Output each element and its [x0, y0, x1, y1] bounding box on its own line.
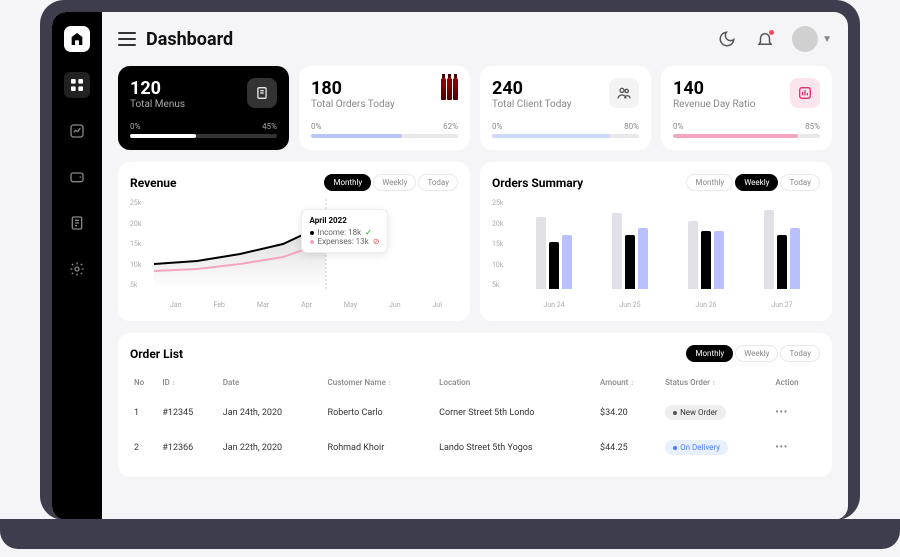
status-badge: On Delivery [665, 440, 728, 455]
orders-summary-chart: Orders Summary Monthly Weekly Today 25k2… [480, 162, 832, 321]
tab-weekly[interactable]: Weekly [735, 345, 778, 362]
card-label: Total Orders Today [311, 99, 395, 110]
cancel-icon: ⊘ [373, 237, 380, 246]
check-icon: ✓ [365, 228, 372, 237]
tab-today[interactable]: Today [418, 174, 458, 191]
tab-monthly[interactable]: Monthly [686, 345, 733, 362]
col-location[interactable]: Location [435, 370, 596, 395]
header: Dashboard ▼ [118, 26, 832, 52]
tab-monthly[interactable]: Monthly [686, 174, 733, 191]
hamburger-menu-icon[interactable] [118, 32, 136, 46]
card-total-menus[interactable]: 120 Total Menus 0%45% [118, 66, 289, 150]
sort-icon: ↕ [712, 379, 716, 387]
table-row[interactable]: 1 #12345 Jan 24th, 2020 Roberto Carlo Co… [130, 395, 820, 430]
tab-today[interactable]: Today [780, 345, 820, 362]
col-customer[interactable]: Customer Name↕ [324, 370, 436, 395]
col-status[interactable]: Status Order↕ [661, 370, 771, 395]
row-action-button[interactable]: ••• [775, 408, 788, 418]
tab-weekly[interactable]: Weekly [373, 174, 416, 191]
y-axis: 25k20k15k10k5k [492, 199, 503, 289]
row-action-button[interactable]: ••• [775, 443, 788, 453]
notification-icon[interactable] [754, 28, 776, 50]
order-list-tabs: Monthly Weekly Today [686, 345, 820, 362]
x-axis: Jun 24Jun 25Jun 26Jun 27 [516, 301, 820, 309]
menu-icon [247, 78, 277, 108]
tab-today[interactable]: Today [780, 174, 820, 191]
chart-title: Orders Summary [492, 176, 583, 190]
bar-chart [516, 199, 820, 289]
nav-dashboard[interactable] [64, 72, 90, 98]
col-no[interactable]: No [130, 370, 158, 395]
chevron-down-icon: ▼ [822, 34, 832, 45]
nav-wallet[interactable] [64, 164, 90, 190]
col-date[interactable]: Date [219, 370, 324, 395]
nav-orders[interactable] [64, 210, 90, 236]
card-label: Total Client Today [492, 99, 572, 110]
users-icon [609, 78, 639, 108]
order-list-title: Order List [130, 347, 183, 361]
sidebar [52, 12, 102, 520]
card-total-orders[interactable]: 180 Total Orders Today 0%62% [299, 66, 470, 150]
main-content: Dashboard ▼ 120 Total Menus 0%45% [102, 12, 848, 520]
col-id[interactable]: ID↕ [158, 370, 218, 395]
col-action: Action [771, 370, 820, 395]
app-logo[interactable] [64, 26, 90, 52]
table-row[interactable]: 2 #12366 Jan 22th, 2020 Rohmad Khoir Lan… [130, 430, 820, 465]
chart-title: Revenue [130, 176, 177, 190]
tab-monthly[interactable]: Monthly [324, 174, 371, 191]
card-label: Revenue Day Ratio [673, 99, 755, 110]
user-menu[interactable]: ▼ [792, 26, 832, 52]
page-title: Dashboard [146, 29, 233, 50]
card-label: Total Menus [130, 99, 185, 110]
nav-settings[interactable] [64, 256, 90, 282]
x-axis: JanFebMarAprMayJunJul [154, 301, 458, 309]
theme-toggle-icon[interactable] [716, 28, 738, 50]
avatar [792, 26, 818, 52]
sort-icon: ↕ [388, 379, 392, 387]
tab-weekly[interactable]: Weekly [735, 174, 778, 191]
chart-icon [790, 78, 820, 108]
chart-tooltip: April 2022 Income: 18k✓ Expenses: 13k⊘ [301, 209, 389, 253]
order-table: No ID↕ Date Customer Name↕ Location Amou… [130, 370, 820, 465]
card-value: 240 [492, 78, 572, 99]
revenue-chart: Revenue Monthly Weekly Today 25k20k15k10… [118, 162, 470, 321]
revenue-tabs: Monthly Weekly Today [324, 174, 458, 191]
col-amount[interactable]: Amount↕ [596, 370, 661, 395]
card-value: 180 [311, 78, 395, 99]
orders-tabs: Monthly Weekly Today [686, 174, 820, 191]
card-total-clients[interactable]: 240 Total Client Today 0%80% [480, 66, 651, 150]
sort-icon: ↕ [172, 379, 176, 387]
bottles-icon [441, 78, 458, 100]
sort-icon: ↕ [630, 379, 634, 387]
y-axis: 25k20k15k10k5k [130, 199, 141, 289]
card-value: 120 [130, 78, 185, 99]
stat-cards: 120 Total Menus 0%45% 180 Total Orders T… [118, 66, 832, 150]
card-revenue-ratio[interactable]: 140 Revenue Day Ratio 0%85% [661, 66, 832, 150]
order-list-card: Order List Monthly Weekly Today No ID↕ D… [118, 333, 832, 477]
status-badge: New Order [665, 405, 726, 420]
card-value: 140 [673, 78, 755, 99]
nav-analytics[interactable] [64, 118, 90, 144]
